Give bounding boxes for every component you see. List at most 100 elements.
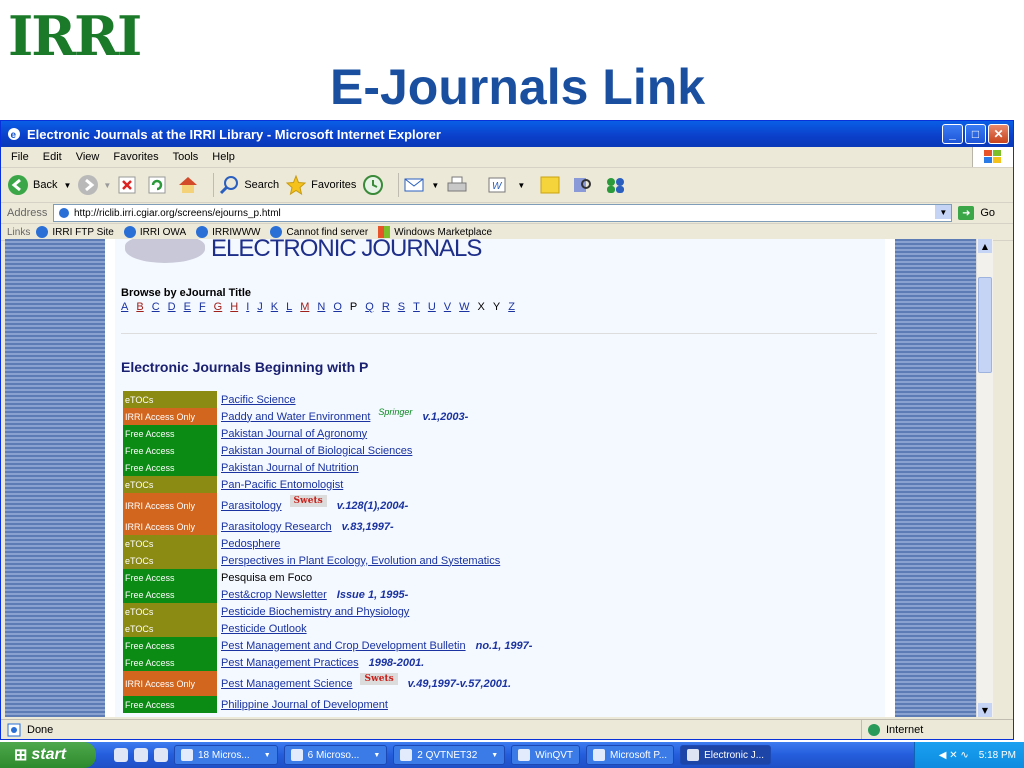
research-button[interactable] — [571, 175, 597, 195]
letter-link[interactable]: A — [121, 301, 128, 313]
vertical-scrollbar[interactable]: ▲ ▼ — [976, 239, 993, 717]
letter-link[interactable]: B — [136, 301, 143, 313]
letter-link[interactable]: Q — [365, 301, 374, 313]
address-input[interactable]: http://riclib.irri.cgiar.org/screens/ejo… — [53, 204, 953, 222]
minimize-button[interactable]: _ — [942, 124, 963, 144]
letter-link[interactable]: V — [444, 301, 451, 313]
letter-link[interactable]: U — [428, 301, 436, 313]
scroll-down-icon[interactable]: ▼ — [978, 703, 992, 717]
chevron-down-icon[interactable]: ▼ — [63, 181, 71, 190]
menu-file[interactable]: File — [11, 151, 29, 163]
history-button[interactable] — [362, 174, 388, 196]
print-button[interactable] — [445, 175, 473, 195]
ie-icon[interactable] — [114, 748, 128, 762]
link-item[interactable]: Windows Marketplace — [378, 226, 492, 238]
menu-view[interactable]: View — [76, 151, 100, 163]
forward-button[interactable]: ▼ — [77, 174, 111, 196]
taskbar-item[interactable]: Microsoft P... — [586, 745, 675, 765]
access-badge: IRRI Access Only — [123, 408, 217, 425]
journal-title-link[interactable]: Parasitology — [221, 500, 282, 512]
start-button[interactable]: ⊞ start — [0, 742, 96, 768]
chevron-down-icon[interactable]: ▼ — [517, 181, 525, 190]
media-icon[interactable] — [154, 748, 168, 762]
link-item[interactable]: IRRIWWW — [196, 226, 260, 238]
taskbar-item[interactable]: 2 QVTNET32 ▼ — [393, 745, 506, 765]
taskbar-item-active[interactable]: Electronic J... — [680, 745, 772, 765]
journal-title-link[interactable]: Pedosphere — [221, 538, 280, 550]
coverage-link[interactable]: v.49,1997-v.57,2001. — [408, 678, 511, 690]
journal-title-link[interactable]: Parasitology Research — [221, 521, 332, 533]
journal-title-link[interactable]: Paddy and Water Environment — [221, 411, 370, 423]
coverage-link[interactable]: v.128(1),2004- — [337, 500, 409, 512]
journal-title-link[interactable]: Perspectives in Plant Ecology, Evolution… — [221, 555, 500, 567]
maximize-button[interactable]: □ — [965, 124, 986, 144]
address-label: Address — [7, 207, 48, 219]
letter-link[interactable]: Z — [508, 301, 515, 313]
journal-title-link[interactable]: Philippine Journal of Development — [221, 699, 388, 711]
letter-link[interactable]: T — [413, 301, 420, 313]
letter-link[interactable]: K — [271, 301, 278, 313]
journal-title-link[interactable]: Pakistan Journal of Nutrition — [221, 462, 359, 474]
letter-link[interactable]: D — [168, 301, 176, 313]
close-button[interactable]: ✕ — [988, 124, 1009, 144]
coverage-link[interactable]: 1998-2001. — [369, 657, 425, 669]
stop-button[interactable] — [117, 175, 141, 195]
letter-link[interactable]: C — [152, 301, 160, 313]
discuss-button[interactable] — [539, 175, 565, 195]
tray-icons[interactable]: ◀ ✕ ∿ — [939, 750, 969, 761]
messenger-button[interactable] — [603, 175, 633, 195]
journal-title-link[interactable]: Pan-Pacific Entomologist — [221, 479, 343, 491]
coverage-link[interactable]: v.1,2003- — [422, 411, 468, 423]
letter-link[interactable]: E — [184, 301, 191, 313]
journal-title-link[interactable]: Pakistan Journal of Agronomy — [221, 428, 367, 440]
menu-tools[interactable]: Tools — [173, 151, 199, 163]
link-item[interactable]: Cannot find server — [270, 226, 368, 238]
letter-link[interactable]: M — [300, 301, 309, 313]
menu-help[interactable]: Help — [212, 151, 235, 163]
journal-title-link[interactable]: Pesticide Biochemistry and Physiology — [221, 606, 409, 618]
letter-link[interactable]: N — [317, 301, 325, 313]
journal-title-link[interactable]: Pesticide Outlook — [221, 623, 307, 635]
coverage-link[interactable]: v.83,1997- — [342, 521, 394, 533]
menu-edit[interactable]: Edit — [43, 151, 62, 163]
search-button[interactable]: Search — [218, 174, 279, 196]
refresh-button[interactable] — [147, 175, 171, 195]
taskbar-item[interactable]: 18 Micros... ▼ — [174, 745, 278, 765]
journal-title-link[interactable]: Pest Management and Crop Development Bul… — [221, 640, 466, 652]
link-item[interactable]: IRRI OWA — [123, 226, 186, 238]
journal-title-link[interactable]: Pacific Science — [221, 394, 296, 406]
letter-link[interactable]: H — [230, 301, 238, 313]
edit-button[interactable]: W ▼ — [487, 176, 525, 194]
back-button[interactable]: Back ▼ — [7, 174, 71, 196]
chevron-down-icon[interactable]: ▼ — [103, 181, 111, 190]
home-button[interactable] — [177, 175, 203, 195]
letter-link[interactable]: L — [286, 301, 292, 313]
taskbar-item[interactable]: WinQVT — [511, 745, 580, 765]
letter-link[interactable]: S — [398, 301, 405, 313]
letter-link[interactable]: I — [246, 301, 249, 313]
scroll-up-icon[interactable]: ▲ — [978, 239, 992, 253]
mail-button[interactable]: ▼ — [403, 175, 439, 195]
favorites-button[interactable]: Favorites — [285, 174, 356, 196]
journal-title-link[interactable]: Pest&crop Newsletter — [221, 589, 327, 601]
chevron-down-icon[interactable]: ▼ — [431, 181, 439, 190]
window-titlebar[interactable]: e Electronic Journals at the IRRI Librar… — [1, 121, 1013, 147]
menu-favorites[interactable]: Favorites — [113, 151, 158, 163]
journal-title-link[interactable]: Pakistan Journal of Biological Sciences — [221, 445, 412, 457]
letter-link[interactable]: O — [333, 301, 342, 313]
coverage-link[interactable]: Issue 1, 1995- — [337, 589, 409, 601]
letter-link[interactable]: J — [257, 301, 263, 313]
link-item[interactable]: IRRI FTP Site — [36, 226, 114, 238]
chevron-down-icon[interactable]: ▼ — [935, 205, 952, 219]
letter-link[interactable]: G — [214, 301, 223, 313]
scroll-thumb[interactable] — [978, 277, 992, 373]
letter-link[interactable]: R — [382, 301, 390, 313]
outlook-icon[interactable] — [134, 748, 148, 762]
go-button[interactable]: ➜ Go — [958, 206, 995, 220]
taskbar-item[interactable]: 6 Microso... ▼ — [283, 745, 388, 765]
journal-title-link[interactable]: Pest Management Practices — [221, 657, 359, 669]
journal-title-link[interactable]: Pest Management Science — [221, 678, 352, 690]
coverage-link[interactable]: no.1, 1997- — [476, 640, 533, 652]
letter-link[interactable]: W — [459, 301, 469, 313]
letter-link[interactable]: F — [199, 301, 206, 313]
